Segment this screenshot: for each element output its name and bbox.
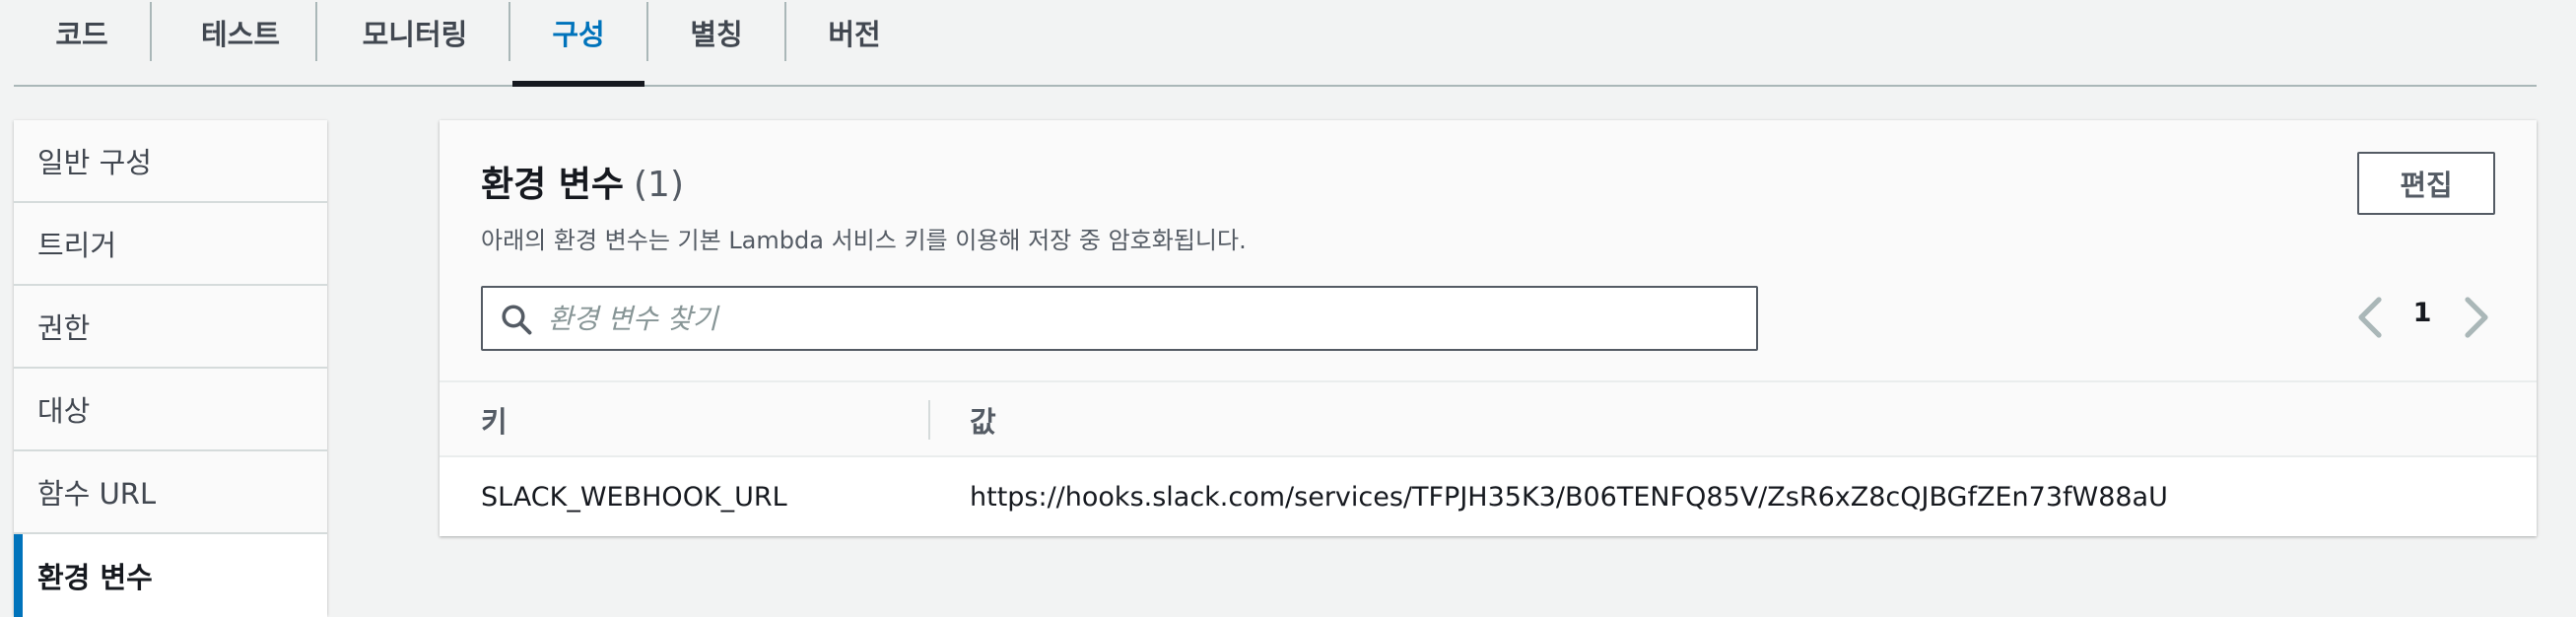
- sidebar-item-label: 권한: [37, 311, 91, 345]
- tab-configuration[interactable]: 구성: [512, 0, 644, 87]
- edit-button[interactable]: 편집: [2357, 152, 2495, 215]
- tab-bar: 코드 테스트 모니터링 구성 별칭 버전: [14, 0, 2537, 87]
- sidebar-item-general-configuration[interactable]: 일반 구성: [14, 120, 327, 203]
- configuration-side-nav: 일반 구성 트리거 권한 대상 함수 URL 환경 변수: [14, 120, 327, 617]
- sidebar-item-label: 함수 URL: [37, 477, 157, 511]
- tab-code[interactable]: 코드: [14, 0, 150, 85]
- column-header-key[interactable]: 키: [481, 382, 508, 457]
- env-var-key: SLACK_WEBHOOK_URL: [481, 481, 787, 513]
- env-var-value: https://hooks.slack.com/services/TFPJH35…: [970, 481, 2168, 513]
- panel-title-text: 환경 변수: [481, 165, 625, 205]
- table-row: SLACK_WEBHOOK_URL https://hooks.slack.co…: [440, 457, 2537, 536]
- sidebar-item-label: 트리거: [37, 229, 117, 262]
- panel-header: 환경 변수 (1) 아래의 환경 변수는 기본 Lambda 서비스 키를 이용해…: [440, 120, 2537, 380]
- sidebar-item-function-url[interactable]: 함수 URL: [14, 451, 327, 534]
- column-divider[interactable]: [928, 400, 930, 440]
- sidebar-item-triggers[interactable]: 트리거: [14, 203, 327, 286]
- tab-monitoring[interactable]: 모니터링: [317, 0, 512, 85]
- tab-versions[interactable]: 버전: [786, 0, 922, 85]
- table-header: 키 값: [440, 380, 2537, 457]
- panel-description: 아래의 환경 변수는 기본 Lambda 서비스 키를 이용해 저장 중 암호화…: [481, 227, 1247, 254]
- sidebar-item-label: 일반 구성: [37, 146, 152, 179]
- sidebar-item-label: 대상: [37, 394, 91, 428]
- chevron-right-icon[interactable]: [2456, 296, 2495, 339]
- panel-count: (1): [634, 165, 685, 205]
- column-header-value[interactable]: 값: [970, 382, 996, 457]
- tab-test[interactable]: 테스트: [152, 0, 329, 85]
- sidebar-item-environment-variables[interactable]: 환경 변수: [14, 534, 327, 617]
- chevron-left-icon[interactable]: [2351, 296, 2391, 339]
- tab-divider: [508, 2, 510, 61]
- panel-title: 환경 변수 (1): [481, 156, 684, 207]
- search-input[interactable]: [546, 288, 1729, 349]
- sidebar-item-permissions[interactable]: 권한: [14, 286, 327, 369]
- tab-aliases[interactable]: 별칭: [648, 0, 784, 85]
- sidebar-item-destinations[interactable]: 대상: [14, 369, 327, 451]
- search-box: [481, 286, 1758, 351]
- environment-variables-panel: 환경 변수 (1) 아래의 환경 변수는 기본 Lambda 서비스 키를 이용해…: [440, 120, 2537, 536]
- search-icon: [502, 305, 532, 335]
- sidebar-item-label: 환경 변수: [37, 561, 153, 594]
- pagination-current-page[interactable]: 1: [2401, 298, 2444, 328]
